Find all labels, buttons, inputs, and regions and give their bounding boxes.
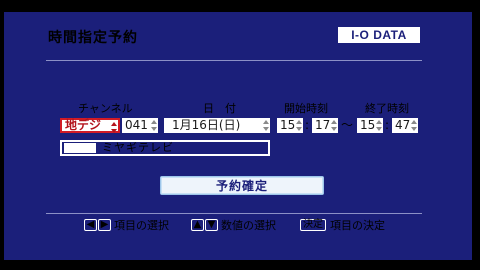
help-text: 項目の決定 [330,219,385,232]
end-hour-value: 15 [360,118,376,132]
down-arrow-icon: ▼ [205,219,218,231]
left-arrow-icon: ◀ [84,219,97,231]
help-decide-item: 決定 項目の決定 [300,218,385,232]
enter-key-icon: 決定 [300,219,326,231]
spinner-icon [296,120,302,131]
end-hour-spinner[interactable]: 15 [357,118,383,133]
start-minute-spinner[interactable]: 17 [312,118,338,133]
spinner-icon [376,120,382,131]
time-colon: : [305,118,310,132]
start-hour-spinner[interactable]: 15 [277,118,303,133]
brand-logo: I-O DATA [338,27,420,43]
date-value: 1月16日(日) [172,118,241,132]
end-minute-value: 47 [395,118,411,132]
spinner-icon [151,120,157,131]
channel-number-value: 041 [125,118,148,132]
page-title: 時間指定予約 [48,30,138,46]
date-spinner[interactable]: 1月16日(日) [164,118,270,133]
broadcast-type-select[interactable]: 地デジ [60,118,120,133]
station-name: ミヤギテレビ [102,141,174,154]
end-time-label: 終了時刻 [365,102,409,115]
help-text: 項目の選択 [114,219,169,232]
spinner-icon [263,120,269,131]
right-arrow-icon: ▶ [98,219,111,231]
up-arrow-icon: ▲ [191,219,204,231]
time-colon: : [385,118,390,132]
spinner-icon [331,120,337,131]
channel-number-spinner[interactable]: 041 [122,118,158,133]
spinner-icon [111,122,117,133]
start-time-label: 開始時刻 [284,102,328,115]
range-separator: 〜 [341,118,354,132]
confirm-reservation-button[interactable]: 予約確定 [160,176,324,195]
channel-label: チャンネル [78,102,133,115]
station-logo [64,143,96,153]
station-name-display: ミヤギテレビ [60,140,270,156]
start-hour-value: 15 [280,118,296,132]
footer-divider [46,213,422,214]
broadcast-type-value: 地デジ [65,118,102,132]
help-select-item: ◀ ▶ 項目の選択 [84,218,169,232]
spinner-icon [411,120,417,131]
help-text: 数値の選択 [221,219,276,232]
help-select-value: ▲ ▼ 数値の選択 [191,218,276,232]
start-minute-value: 17 [315,118,331,132]
end-minute-spinner[interactable]: 47 [392,118,418,133]
date-label: 日 付 [203,102,236,115]
header-divider [46,60,422,61]
